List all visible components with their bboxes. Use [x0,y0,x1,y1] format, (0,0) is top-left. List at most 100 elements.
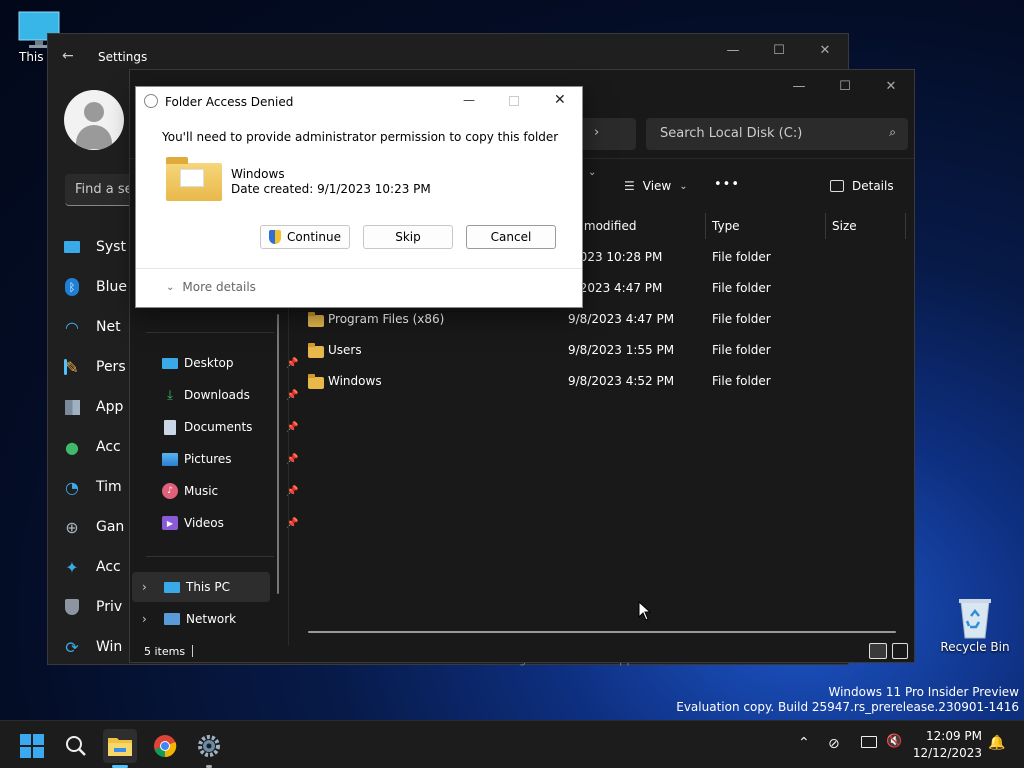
gear-icon [198,735,220,757]
network-disconnected-icon[interactable]: ⊘ [828,736,840,752]
view-list-icon: ☰ [624,179,635,193]
file-copy-clock-icon [144,94,158,108]
column-header-type[interactable]: Type [712,219,740,233]
more-options-button[interactable]: ••• [714,177,740,192]
windows-logo-icon [20,734,44,758]
music-icon: ♪ [162,483,178,499]
desktop-icon-recycle-bin[interactable]: Recycle Bin [940,596,1010,654]
desktop-icon [162,357,178,369]
volume-muted-icon[interactable]: 🔇 [886,734,902,749]
file-explorer-icon [108,738,132,756]
horizontal-scrollbar[interactable] [308,631,896,633]
chrome-icon [154,735,177,758]
accessibility-icon: ✦ [65,557,79,577]
chevron-right-icon[interactable]: › [142,612,154,626]
continue-button[interactable]: Continue [260,225,350,249]
start-button[interactable] [15,729,49,763]
search-button[interactable] [59,729,93,763]
nav-item-downloads[interactable]: ⤓ Downloads 📌 [162,383,302,407]
settings-window-controls: — ☐ ✕ [710,34,848,66]
folder-icon [308,374,324,389]
details-view-icon[interactable] [869,643,887,659]
nav-item-desktop[interactable]: Desktop 📌 [162,351,302,375]
person-icon: ● [65,437,79,457]
notification-bell-icon[interactable]: 🔔 [988,735,1005,751]
close-icon[interactable]: ✕ [868,70,914,102]
minimize-icon[interactable]: — [710,34,756,66]
nav-item-documents[interactable]: Documents 📌 [162,415,302,439]
nav-item-network[interactable]: › Network [142,607,282,631]
maximize-icon[interactable]: ☐ [756,34,802,66]
large-folder-icon [166,157,222,201]
table-row[interactable]: Windows 9/8/2023 4:52 PM File folder [308,369,908,395]
folder-icon [308,343,324,358]
folder-date-created: Date created: 9/1/2023 10:23 PM [231,182,431,196]
close-icon[interactable]: ✕ [802,34,848,66]
folder-access-denied-dialog[interactable]: Folder Access Denied — ✕ You'll need to … [135,86,583,308]
display-icon[interactable] [861,736,877,748]
chevron-down-icon[interactable]: ⌄ [588,167,596,178]
tiles-view-icon[interactable] [892,643,908,659]
settings-search-placeholder: Find a se [75,182,133,197]
nav-item-videos[interactable]: ▶ Videos 📌 [162,511,302,535]
skip-button[interactable]: Skip [363,225,453,249]
dialog-divider [136,268,582,269]
folder-icon [308,312,324,327]
table-row[interactable]: Users 9/8/2023 1:55 PM File folder [308,338,908,364]
nav-item-this-pc-label[interactable]: › This PC [142,575,282,599]
folder-name: Windows [231,167,285,181]
clock-date[interactable]: 12/12/2023 [912,746,982,760]
column-divider[interactable] [705,213,706,239]
nav-item-pictures[interactable]: Pictures 📌 [162,447,302,471]
apps-icon [62,397,82,417]
file-explorer-taskbar-button[interactable] [103,729,137,763]
maximize-icon[interactable]: ☐ [822,70,868,102]
view-button[interactable]: ☰ View ⌄ [624,179,688,193]
table-row[interactable]: Program Files (x86) 9/8/2023 4:47 PM Fil… [308,307,908,333]
chevron-down-icon: ⌄ [166,281,175,293]
nav-pane-scrollbar[interactable] [277,314,279,594]
column-divider[interactable] [825,213,826,239]
shield-icon [62,597,82,617]
column-header-size[interactable]: Size [832,219,857,233]
minimize-icon[interactable]: — [776,70,822,102]
clock-time[interactable]: 12:09 PM [922,729,982,743]
gamepad-icon: ⊕ [65,517,79,537]
search-input[interactable]: Search Local Disk (C:) ⌕ [646,118,908,150]
wifi-icon: ◠ [65,317,79,337]
settings-taskbar-button[interactable] [192,729,226,763]
uac-shield-icon [269,230,282,244]
recycle-bin-icon [959,599,991,639]
settings-back-icon[interactable]: ← [62,48,74,64]
cancel-button[interactable]: Cancel [466,225,556,249]
chevron-right-icon[interactable]: › [142,580,154,594]
watermark-line-2: Evaluation copy. Build 25947.rs_prerelea… [676,700,1019,714]
network-icon [164,613,180,625]
status-divider [192,645,193,657]
more-details-toggle[interactable]: ⌄ More details [166,280,256,294]
chevron-down-icon: ⌄ [679,180,688,192]
explorer-window-controls: — ☐ ✕ [776,70,914,102]
show-hidden-icons-chevron-up-icon[interactable]: ⌃ [798,735,810,751]
search-icon[interactable]: ⌕ [889,125,896,140]
mouse-cursor-icon [638,601,652,621]
status-item-count: 5 items [144,645,186,658]
bluetooth-icon: ᛒ [62,277,82,297]
dialog-close-icon[interactable]: ✕ [554,92,566,108]
details-button[interactable]: Details [830,179,894,193]
taskbar: ⌃ ⊘ 🔇 12:09 PM 12/12/2023 🔔 [0,720,1024,768]
dialog-minimize-icon[interactable]: — [463,93,475,107]
download-icon: ⤓ [167,387,173,403]
nav-item-music[interactable]: ♪ Music 📌 [162,479,302,503]
pictures-icon [162,452,178,466]
search-placeholder: Search Local Disk (C:) [660,126,803,141]
chrome-taskbar-button[interactable] [148,729,182,763]
dialog-message: You'll need to provide administrator per… [162,130,559,144]
chevron-right-icon[interactable]: › [594,125,599,140]
avatar[interactable] [64,90,124,150]
this-pc-icon [164,581,180,593]
globe-clock-icon: ◔ [65,477,79,497]
search-icon [66,736,86,756]
dialog-maximize-icon [509,96,519,106]
column-divider[interactable] [905,213,906,239]
